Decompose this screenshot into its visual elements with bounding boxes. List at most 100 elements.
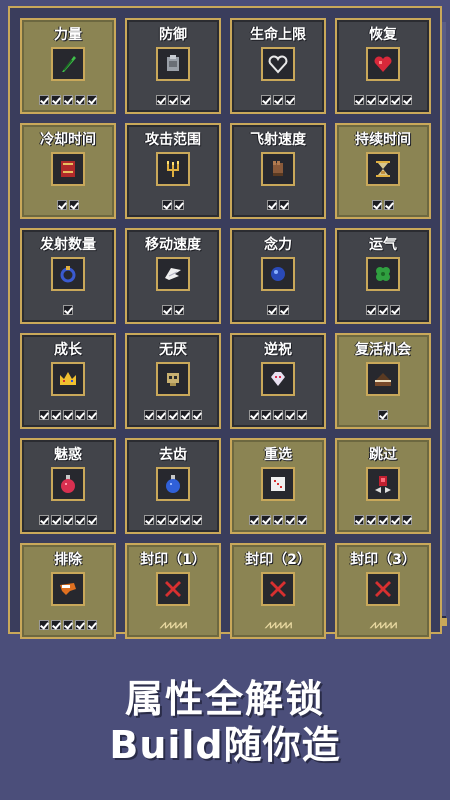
level-marks	[337, 95, 429, 107]
power-up-card[interactable]: 去齿	[125, 438, 221, 534]
power-up-card[interactable]: 攻击范围	[125, 123, 221, 219]
check-icon	[174, 200, 184, 210]
check-icon	[156, 95, 166, 105]
horn-icon	[51, 572, 85, 606]
check-icon	[144, 410, 154, 420]
crown-icon	[51, 362, 85, 396]
check-icon	[354, 95, 364, 105]
power-up-card[interactable]: 封印（1） ⩘⩘⩘⩘⩘	[125, 543, 221, 639]
check-icon	[390, 95, 400, 105]
power-up-title: 封印（3）	[350, 552, 416, 568]
power-up-card[interactable]: 复活机会	[335, 333, 431, 429]
check-icon	[390, 515, 400, 525]
check-icon	[162, 305, 172, 315]
power-up-card[interactable]: 力量	[20, 18, 116, 114]
level-marks	[337, 200, 429, 212]
gem-skull-icon	[261, 362, 295, 396]
power-up-card[interactable]: 成长	[20, 333, 116, 429]
power-up-title: 攻击范围	[145, 132, 201, 148]
check-icon	[378, 515, 388, 525]
check-icon	[378, 410, 388, 420]
ring-icon	[51, 257, 85, 291]
check-icon	[162, 200, 172, 210]
check-icon	[366, 515, 376, 525]
level-marks	[127, 95, 219, 107]
power-up-card[interactable]: 飞射速度	[230, 123, 326, 219]
power-up-card[interactable]: 封印（2） ⩘⩘⩘⩘⩘	[230, 543, 326, 639]
level-marks: ⩘⩘⩘⩘⩘	[232, 619, 324, 632]
level-marks	[337, 305, 429, 317]
power-up-title: 跳过	[369, 447, 397, 463]
armor-icon	[156, 47, 190, 81]
power-up-title: 去齿	[159, 447, 187, 463]
power-up-card[interactable]: 排除	[20, 543, 116, 639]
check-icon	[168, 410, 178, 420]
power-up-card[interactable]: 魅惑	[20, 438, 116, 534]
check-icon	[75, 95, 85, 105]
power-up-card[interactable]: 防御	[125, 18, 221, 114]
power-up-card[interactable]: 冷却时间	[20, 123, 116, 219]
check-icon	[156, 515, 166, 525]
power-up-card[interactable]: 重选	[230, 438, 326, 534]
power-up-card[interactable]: 封印（3） ⩘⩘⩘⩘⩘	[335, 543, 431, 639]
cross-icon	[366, 572, 400, 606]
power-up-card[interactable]: 发射数量	[20, 228, 116, 324]
power-up-title: 冷却时间	[40, 132, 96, 148]
power-up-card[interactable]: 运气	[335, 228, 431, 324]
cross-icon	[156, 572, 190, 606]
clover-icon	[366, 257, 400, 291]
level-marks	[22, 95, 114, 107]
power-up-title: 封印（1）	[140, 552, 206, 568]
gauntlet-icon	[261, 152, 295, 186]
power-up-card[interactable]: 移动速度	[125, 228, 221, 324]
check-icon	[390, 305, 400, 315]
check-icon	[156, 410, 166, 420]
power-up-title: 运气	[369, 237, 397, 253]
power-up-card[interactable]: 逆祝	[230, 333, 326, 429]
check-icon	[261, 95, 271, 105]
seal-zigzag-icon: ⩘⩘⩘⩘⩘	[264, 618, 292, 631]
power-up-card[interactable]: 无厌	[125, 333, 221, 429]
power-up-title: 生命上限	[250, 27, 306, 43]
check-icon	[372, 200, 382, 210]
check-icon	[192, 410, 202, 420]
check-icon	[69, 200, 79, 210]
level-marks	[232, 200, 324, 212]
level-marks	[232, 95, 324, 107]
check-icon	[366, 95, 376, 105]
check-icon	[168, 515, 178, 525]
check-icon	[402, 515, 412, 525]
skip-icon	[366, 467, 400, 501]
power-up-card[interactable]: 生命上限	[230, 18, 326, 114]
check-icon	[285, 515, 295, 525]
check-icon	[249, 410, 259, 420]
scrollbar-end	[441, 618, 447, 626]
power-up-card[interactable]: 跳过	[335, 438, 431, 534]
level-marks	[337, 515, 429, 527]
level-marks	[22, 305, 114, 317]
check-icon	[87, 410, 97, 420]
check-icon	[273, 515, 283, 525]
check-icon	[267, 305, 277, 315]
check-icon	[174, 305, 184, 315]
power-up-card[interactable]: 恢复	[335, 18, 431, 114]
check-icon	[180, 515, 190, 525]
power-up-title: 成长	[54, 342, 82, 358]
check-icon	[63, 95, 73, 105]
check-icon	[75, 410, 85, 420]
book-icon	[51, 152, 85, 186]
power-up-card[interactable]: 念力	[230, 228, 326, 324]
scrollbar-thumb[interactable]	[442, 22, 446, 616]
orb-icon	[261, 257, 295, 291]
check-icon	[192, 515, 202, 525]
check-icon	[63, 620, 73, 630]
check-icon	[285, 410, 295, 420]
feather-icon	[51, 47, 85, 81]
check-icon	[180, 95, 190, 105]
scrollbar[interactable]	[441, 22, 447, 626]
check-icon	[402, 95, 412, 105]
power-up-card[interactable]: 持续时间	[335, 123, 431, 219]
cross-icon	[261, 572, 295, 606]
power-up-title: 持续时间	[355, 132, 411, 148]
power-up-title: 力量	[54, 27, 82, 43]
